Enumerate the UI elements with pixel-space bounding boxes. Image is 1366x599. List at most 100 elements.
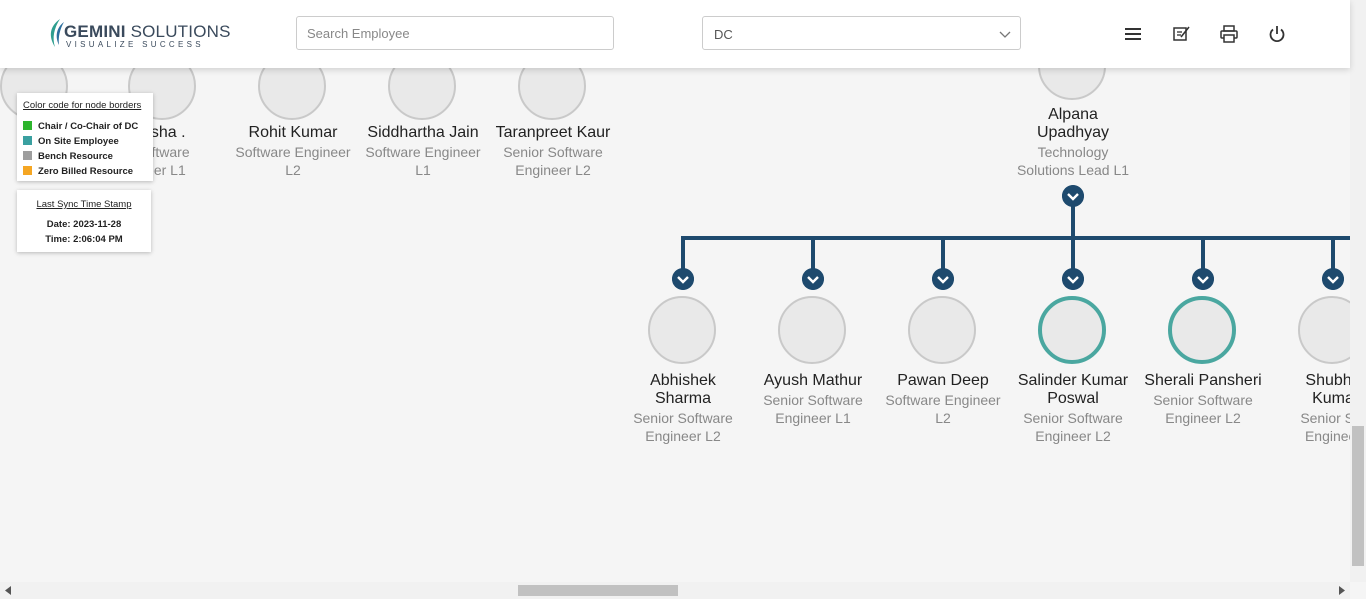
employee-avatar[interactable] [778,296,846,364]
vertical-scroll-thumb[interactable] [1352,426,1364,566]
employee-avatar[interactable] [388,68,456,120]
org-node[interactable]: Abhishek Sharma Senior Software Engineer… [618,372,748,445]
team-select-value: DC [714,27,733,42]
employee-role: L2 [935,410,951,426]
org-node[interactable]: Siddhartha Jain Software Engineer L1 [358,124,488,179]
logo-text: GEMINI SOLUTIONS [64,22,231,41]
scroll-right-arrow-icon[interactable] [1338,586,1346,595]
employee-role: Engineer L2 [1035,428,1111,444]
employee-role: Senior Software [1153,392,1253,408]
edit-note-icon[interactable] [1171,24,1191,44]
employee-role: Senior Software [1023,410,1123,426]
employee-avatar[interactable] [258,68,326,120]
employee-role: Engineer L2 [645,428,721,444]
color-legend-panel: Color code for node borders Chair / Co-C… [17,93,153,181]
employee-name: Salinder Kumar [1017,372,1129,389]
employee-name: Ayush Mathur [763,372,863,389]
connector-line [811,236,815,272]
team-select[interactable]: DC [702,16,1021,50]
scroll-left-arrow-icon[interactable] [4,586,12,595]
print-icon[interactable] [1219,24,1239,44]
employee-avatar[interactable] [1168,296,1236,364]
org-node[interactable]: Rohit Kumar Software Engineer L2 [228,124,358,179]
horizontal-scroll-thumb[interactable] [518,585,678,596]
legend-swatch [23,151,32,160]
employee-name: Shubha [1305,372,1350,389]
employee-role: Senior Software [633,410,733,426]
chevron-down-icon [999,31,1011,38]
employee-role: Engineer L1 [775,410,851,426]
connector-line [1331,236,1335,272]
org-node[interactable]: Taranpreet Kaur Senior Software Engineer… [488,124,618,179]
employee-name: Pawan Deep [897,372,989,389]
employee-avatar[interactable] [648,296,716,364]
employee-name: Rohit Kumar [248,124,338,141]
legend-swatch [23,136,32,145]
employee-role: Senior Software [503,144,603,160]
employee-role: Senior Sof [1300,410,1350,426]
manager-node[interactable]: Alpana Upadhyay Technology Solutions Lea… [1008,106,1138,179]
manager-role: Technology [1037,144,1109,160]
employee-avatar[interactable] [908,296,976,364]
connector-line [1071,236,1075,272]
legend-swatch [23,166,32,175]
expand-toggle-icon[interactable] [1192,268,1214,290]
employee-role: Software Engineer [365,144,481,160]
employee-name: Sherali Pansheri [1144,372,1262,389]
sync-time: Time: 2:06:04 PM [45,234,123,245]
legend-item: On Site Employee [23,136,119,148]
company-logo[interactable]: GEMINI SOLUTIONS VISUALIZE SUCCESS [46,16,230,52]
legend-item: Bench Resource [23,151,113,163]
sync-timestamp-panel: Last Sync Time Stamp Date: 2023-11-28 Ti… [17,190,151,252]
manager-name: Upadhyay [1036,124,1110,141]
org-node[interactable]: Shubha Kuma Senior Sof Engineer [1268,372,1350,445]
employee-role: L1 [415,162,431,178]
employee-role: Software Engineer [885,392,1001,408]
menu-icon[interactable] [1123,24,1143,44]
employee-name: Poswal [1047,390,1099,407]
employee-role: Engineer L2 [1165,410,1241,426]
employee-name: Siddhartha Jain [367,124,479,141]
employee-role: Software Engineer [235,144,351,160]
legend-swatch [23,121,32,130]
manager-name: Alpana [1048,106,1098,123]
org-chart-canvas[interactable]: pil nic Eng nisha . Software neer L1 Roh… [0,68,1350,582]
legend-item: Chair / Co-Chair of DC [23,121,138,133]
expand-toggle-icon[interactable] [672,268,694,290]
org-node[interactable]: Pawan Deep Software Engineer L2 [878,372,1008,427]
connector-line [1201,236,1205,272]
collapse-toggle-icon[interactable] [1062,185,1084,207]
employee-name: Kuma [1312,390,1350,407]
employee-role: Engineer L2 [515,162,591,178]
legend-title: Color code for node borders [23,100,142,111]
expand-toggle-icon[interactable] [1322,268,1344,290]
employee-avatar[interactable] [1298,296,1350,364]
horizontal-scrollbar[interactable] [0,582,1350,599]
sync-date: Date: 2023-11-28 [46,219,122,230]
employee-role: Senior Software [763,392,863,408]
employee-role: L2 [285,162,301,178]
expand-toggle-icon[interactable] [932,268,954,290]
org-node[interactable]: Salinder Kumar Poswal Senior Software En… [1008,372,1138,445]
employee-name: Sharma [654,390,712,407]
logo-tagline: VISUALIZE SUCCESS [66,40,204,49]
search-employee-input[interactable] [296,16,614,50]
org-node[interactable]: Sherali Pansheri Senior Software Enginee… [1138,372,1268,427]
expand-toggle-icon[interactable] [1062,268,1084,290]
manager-role: Solutions Lead L1 [1016,162,1130,178]
org-node[interactable]: Ayush Mathur Senior Software Engineer L1 [748,372,878,427]
employee-avatar[interactable] [1038,296,1106,364]
vertical-scrollbar[interactable] [1350,0,1366,582]
employee-avatar[interactable] [518,68,586,120]
manager-avatar[interactable] [1038,68,1106,100]
power-icon[interactable] [1267,24,1287,44]
connector-line [681,236,685,272]
connector-line [941,236,945,272]
employee-role: Engineer [1304,428,1350,444]
employee-name: Taranpreet Kaur [495,124,611,141]
sync-title: Last Sync Time Stamp [36,199,132,210]
expand-toggle-icon[interactable] [802,268,824,290]
top-header: GEMINI SOLUTIONS VISUALIZE SUCCESS DC [0,0,1350,68]
connector-line [681,236,1350,240]
employee-name: Abhishek [650,372,716,389]
